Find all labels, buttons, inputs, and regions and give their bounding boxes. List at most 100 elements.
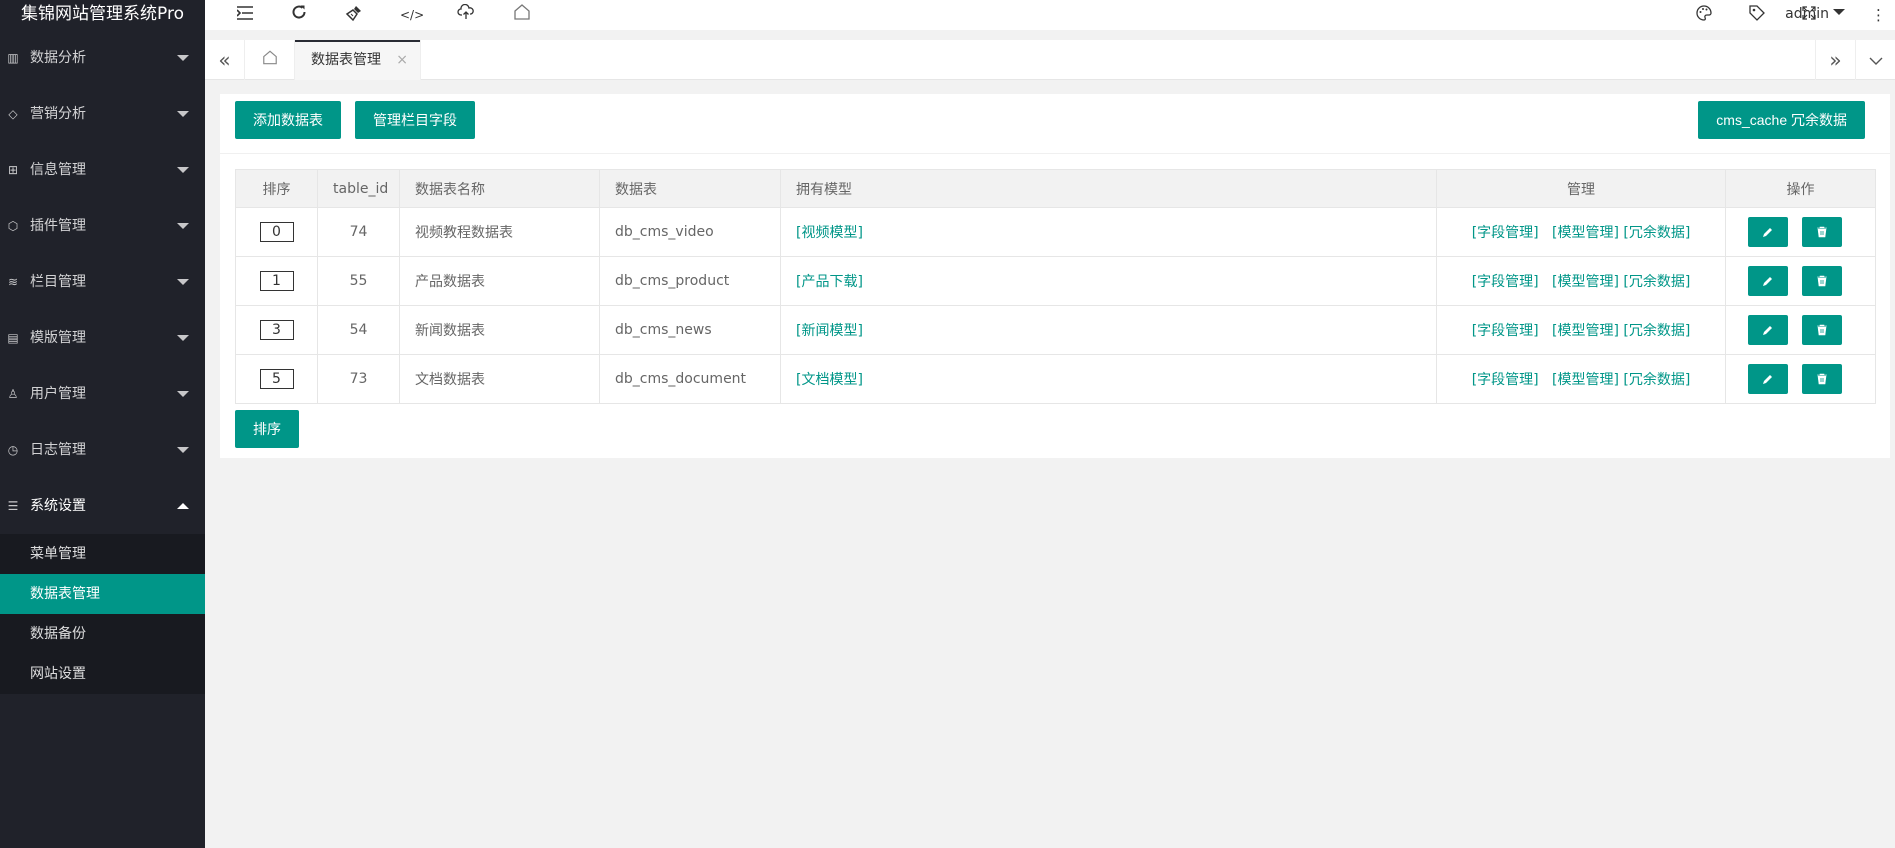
- sidebar-subnav: 菜单管理 数据表管理 数据备份 网站设置: [0, 534, 205, 694]
- tabs-scroll-left-icon[interactable]: «: [205, 40, 245, 80]
- sidebar-item-data-analysis[interactable]: ▥ 数据分析: [0, 30, 205, 86]
- template-icon: ▤: [7, 331, 19, 345]
- delete-button[interactable]: [1802, 266, 1842, 296]
- table-row: 5 73 文档数据表 db_cms_document [文档模型] [字段管理]…: [235, 354, 1876, 404]
- diamond-icon: ◇: [8, 107, 18, 121]
- trash-icon: [1817, 324, 1827, 336]
- sort-order-input[interactable]: 5: [259, 369, 294, 389]
- model-manage-link[interactable]: [模型管理]: [1552, 225, 1619, 241]
- caret-down-icon: [177, 447, 189, 453]
- redundant-data-link[interactable]: [冗余数据]: [1623, 323, 1690, 339]
- sidebar-item-plugins[interactable]: ⬡ 插件管理: [0, 198, 205, 254]
- col-header-table-id: table_id: [317, 169, 400, 208]
- delete-button[interactable]: [1802, 315, 1842, 345]
- field-manage-link[interactable]: [字段管理]: [1472, 323, 1539, 339]
- tag-icon[interactable]: [1746, 4, 1768, 26]
- cloud-upload-icon[interactable]: [455, 3, 477, 26]
- sidebar: 集锦网站管理系统Pro ▥ 数据分析 ◇ 营销分析 ⊞ 信息管理 ⬡ 插件管理 …: [0, 0, 205, 848]
- menu-collapse-icon[interactable]: [234, 4, 256, 26]
- edit-button[interactable]: [1748, 266, 1788, 296]
- table-name-cell: 文档数据表: [399, 354, 600, 404]
- trash-icon: [1817, 226, 1827, 238]
- sidebar-item-label: 插件管理: [30, 218, 86, 234]
- col-header-manage: 管理: [1436, 169, 1726, 208]
- model-link[interactable]: [新闻模型]: [796, 323, 863, 339]
- delete-button[interactable]: [1802, 364, 1842, 394]
- add-table-button[interactable]: 添加数据表: [235, 101, 341, 139]
- sidebar-item-templates[interactable]: ▤ 模版管理: [0, 310, 205, 366]
- sidebar-item-label: 数据分析: [30, 50, 86, 66]
- field-manage-link[interactable]: [字段管理]: [1472, 372, 1539, 388]
- pencil-icon: [1763, 228, 1772, 237]
- sort-order-input[interactable]: 1: [259, 271, 294, 291]
- model-manage-link[interactable]: [模型管理]: [1552, 323, 1619, 339]
- sidebar-item-system-settings[interactable]: ☰ 系统设置: [0, 478, 205, 534]
- sidebar-subitem-data-tables[interactable]: 数据表管理: [0, 574, 205, 614]
- apply-sort-button[interactable]: 排序: [235, 410, 299, 448]
- table-cell: db_cms_news: [599, 305, 781, 355]
- apps-icon: ⊞: [7, 163, 19, 177]
- manage-column-fields-button[interactable]: 管理栏目字段: [355, 101, 475, 139]
- sort-order-input[interactable]: 0: [259, 222, 294, 242]
- redundant-data-link[interactable]: [冗余数据]: [1623, 372, 1690, 388]
- close-icon[interactable]: ×: [396, 40, 408, 80]
- caret-up-icon: [177, 503, 189, 509]
- home-icon[interactable]: [511, 4, 533, 26]
- sidebar-item-columns[interactable]: ≋ 栏目管理: [0, 254, 205, 310]
- sort-order-input[interactable]: 3: [259, 320, 294, 340]
- top-header: </> admin ⋮: [205, 0, 1895, 30]
- trash-icon: [1817, 373, 1827, 385]
- more-vertical-icon[interactable]: ⋮: [1871, 4, 1886, 26]
- chart-icon: ▥: [7, 51, 19, 65]
- field-manage-link[interactable]: [字段管理]: [1472, 274, 1539, 290]
- tab-data-table-management[interactable]: 数据表管理 ×: [295, 40, 421, 80]
- theme-palette-icon[interactable]: [1693, 4, 1715, 26]
- tabs-scroll-right-icon[interactable]: »: [1815, 40, 1855, 80]
- sliders-icon: ☰: [7, 499, 19, 513]
- toolbar: 添加数据表 管理栏目字段 cms_cache 冗余数据: [220, 94, 1890, 154]
- model-manage-link[interactable]: [模型管理]: [1552, 274, 1619, 290]
- sidebar-item-users[interactable]: ♙ 用户管理: [0, 366, 205, 422]
- model-manage-link[interactable]: [模型管理]: [1552, 372, 1619, 388]
- caret-down-icon: [177, 167, 189, 173]
- sidebar-subitem-backup[interactable]: 数据备份: [0, 614, 205, 654]
- user-menu[interactable]: admin: [1785, 0, 1845, 28]
- caret-down-icon: [177, 279, 189, 285]
- home-tab-icon[interactable]: [245, 40, 295, 80]
- refresh-icon[interactable]: [288, 4, 310, 26]
- field-manage-link[interactable]: [字段管理]: [1472, 225, 1539, 241]
- table-name-cell: 新闻数据表: [399, 305, 600, 355]
- redundant-data-link[interactable]: [冗余数据]: [1623, 274, 1690, 290]
- model-link[interactable]: [文档模型]: [796, 372, 863, 388]
- sidebar-subitem-menu[interactable]: 菜单管理: [0, 534, 205, 574]
- sidebar-item-info[interactable]: ⊞ 信息管理: [0, 142, 205, 198]
- redundant-data-link[interactable]: [冗余数据]: [1623, 225, 1690, 241]
- sidebar-subitem-site-settings[interactable]: 网站设置: [0, 654, 205, 694]
- caret-down-icon: [177, 111, 189, 117]
- sidebar-item-marketing[interactable]: ◇ 营销分析: [0, 86, 205, 142]
- edit-button[interactable]: [1748, 315, 1788, 345]
- col-header-actions: 操作: [1725, 169, 1876, 208]
- edit-button[interactable]: [1748, 364, 1788, 394]
- clear-cache-brush-icon[interactable]: [343, 4, 365, 26]
- data-tables-table: 排序 table_id 数据表名称 数据表 拥有模型 管理 操作 0 74 视频…: [235, 169, 1876, 404]
- col-header-table: 数据表: [599, 169, 781, 208]
- sidebar-item-label: 系统设置: [30, 498, 86, 514]
- content-card: 添加数据表 管理栏目字段 cms_cache 冗余数据 排序 table_id …: [220, 94, 1890, 458]
- pencil-icon: [1763, 326, 1772, 335]
- edit-button[interactable]: [1748, 217, 1788, 247]
- pencil-icon: [1763, 277, 1772, 286]
- chevron-down-icon[interactable]: [1855, 40, 1895, 80]
- caret-down-icon: [177, 335, 189, 341]
- table-row: 1 55 产品数据表 db_cms_product [产品下载] [字段管理] …: [235, 256, 1876, 306]
- cms-cache-redundant-button[interactable]: cms_cache 冗余数据: [1698, 101, 1865, 139]
- model-link[interactable]: [视频模型]: [796, 225, 863, 241]
- delete-button[interactable]: [1802, 217, 1842, 247]
- code-icon[interactable]: </>: [400, 4, 424, 26]
- sidebar-item-label: 栏目管理: [30, 274, 86, 290]
- sidebar-item-label: 营销分析: [30, 106, 86, 122]
- table-header-row: 排序 table_id 数据表名称 数据表 拥有模型 管理 操作: [235, 169, 1876, 208]
- model-link[interactable]: [产品下载]: [796, 274, 863, 290]
- sidebar-item-logs[interactable]: ◷ 日志管理: [0, 422, 205, 478]
- table-id-cell: 55: [317, 256, 400, 306]
